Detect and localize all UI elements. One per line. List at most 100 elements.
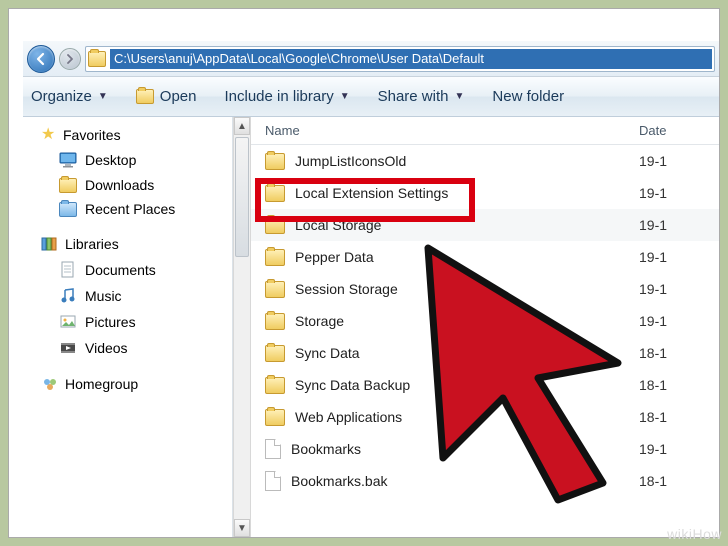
folder-icon	[265, 153, 285, 170]
videos-label: Videos	[85, 340, 128, 356]
folder-icon	[59, 178, 77, 193]
file-date: 19-1	[639, 185, 719, 201]
sidebar-item-desktop[interactable]: Desktop	[23, 147, 232, 173]
folder-icon	[265, 409, 285, 426]
explorer-frame: C:\Users\anuj\AppData\Local\Google\Chrom…	[23, 41, 719, 537]
file-row[interactable]: Sync Data 18-1	[251, 337, 719, 369]
file-name: Web Applications	[295, 409, 629, 425]
documents-icon	[59, 261, 77, 279]
file-row[interactable]: JumpListIconsOld19-1	[251, 145, 719, 177]
sidebar-item-videos[interactable]: Videos	[23, 335, 232, 361]
forward-button[interactable]	[59, 48, 81, 70]
window: C:\Users\anuj\AppData\Local\Google\Chrom…	[8, 8, 720, 538]
file-date: 18-1	[639, 345, 719, 361]
include-label: Include in library	[224, 88, 333, 105]
music-icon	[59, 287, 77, 305]
recent-label: Recent Places	[85, 201, 175, 217]
homegroup-icon	[41, 375, 59, 393]
open-button[interactable]: Open	[136, 88, 197, 105]
file-row[interactable]: Bookmarks.bak 18-1	[251, 465, 719, 497]
sidebar-item-documents[interactable]: Documents	[23, 257, 232, 283]
file-name: Pepper Data	[295, 249, 629, 265]
favorites-label: Favorites	[63, 127, 121, 143]
file-name: Sync Data Backup	[295, 377, 629, 393]
file-name: Sync Data	[295, 345, 629, 361]
watermark: wikiHow	[667, 526, 722, 542]
share-label: Share with	[378, 88, 449, 105]
scroll-up-button[interactable]: ▲	[234, 117, 250, 135]
column-headers[interactable]: Name Date	[251, 117, 719, 145]
file-date: 19-1	[639, 153, 719, 169]
chevron-down-icon: ▼	[340, 91, 350, 102]
file-date: 18-1	[639, 473, 719, 489]
folder-icon	[265, 377, 285, 394]
file-icon	[265, 439, 281, 459]
desktop-label: Desktop	[85, 152, 136, 168]
share-with-menu[interactable]: Share with ▼	[378, 88, 465, 105]
sidebar-group-libraries[interactable]: Libraries	[23, 231, 232, 257]
open-label: Open	[160, 88, 197, 105]
file-date: 19-1	[639, 217, 719, 233]
file-icon	[265, 471, 281, 491]
file-name: Storage	[295, 313, 629, 329]
organize-menu[interactable]: Organize ▼	[31, 88, 108, 105]
file-row[interactable]: Bookmarks 19-1	[251, 433, 719, 465]
file-row[interactable]: Web Applications 18-1	[251, 401, 719, 433]
address-bar[interactable]: C:\Users\anuj\AppData\Local\Google\Chrom…	[85, 46, 715, 72]
sidebar-group-favorites[interactable]: ★ Favorites	[23, 123, 232, 147]
column-name[interactable]: Name	[265, 123, 639, 138]
file-name: Bookmarks.bak	[291, 473, 629, 489]
file-row[interactable]: Sync Data Backup 18-1	[251, 369, 719, 401]
file-date: 19-1	[639, 441, 719, 457]
chevron-down-icon: ▼	[454, 91, 464, 102]
file-date: 19-1	[639, 313, 719, 329]
sidebar-group-homegroup[interactable]: Homegroup	[23, 371, 232, 397]
new-folder-button[interactable]: New folder	[492, 88, 564, 105]
downloads-label: Downloads	[85, 177, 154, 193]
address-text[interactable]: C:\Users\anuj\AppData\Local\Google\Chrom…	[110, 49, 712, 69]
arrow-left-icon	[34, 52, 48, 66]
sidebar-scrollbar[interactable]: ▲ ▼	[233, 117, 251, 537]
file-date: 19-1	[639, 249, 719, 265]
back-button[interactable]	[27, 45, 55, 73]
folder-icon	[265, 217, 285, 234]
include-library-menu[interactable]: Include in library ▼	[224, 88, 349, 105]
file-name: Session Storage	[295, 281, 629, 297]
libraries-icon	[41, 235, 59, 253]
folder-icon	[88, 51, 106, 67]
file-row[interactable]: Session Storage 19-1	[251, 273, 719, 305]
videos-icon	[59, 339, 77, 357]
pictures-label: Pictures	[85, 314, 136, 330]
sidebar-item-recent[interactable]: Recent Places	[23, 197, 232, 221]
newfolder-label: New folder	[492, 88, 564, 105]
sidebar-item-music[interactable]: Music	[23, 283, 232, 309]
sidebar: ★ Favorites Desktop Downloads Recent Pla…	[23, 117, 233, 537]
music-label: Music	[85, 288, 122, 304]
sidebar-item-downloads[interactable]: Downloads	[23, 173, 232, 197]
file-date: 18-1	[639, 409, 719, 425]
file-row[interactable]: Local Storage19-1	[251, 209, 719, 241]
scroll-down-button[interactable]: ▼	[234, 519, 250, 537]
folder-open-icon	[136, 89, 154, 104]
libraries-label: Libraries	[65, 236, 119, 252]
column-date[interactable]: Date	[639, 123, 719, 138]
file-name: Bookmarks	[291, 441, 629, 457]
sidebar-item-pictures[interactable]: Pictures	[23, 309, 232, 335]
file-date: 18-1	[639, 377, 719, 393]
toolbar: Organize ▼ Open Include in library ▼ Sha…	[23, 77, 719, 117]
folder-icon	[265, 345, 285, 362]
folder-icon	[265, 249, 285, 266]
scroll-thumb[interactable]	[235, 137, 249, 257]
file-row[interactable]: Local Extension Settings19-1	[251, 177, 719, 209]
scroll-track[interactable]	[234, 135, 250, 519]
documents-label: Documents	[85, 262, 156, 278]
recent-icon	[59, 202, 77, 217]
arrow-right-icon	[65, 54, 75, 64]
file-row[interactable]: Pepper Data 19-1	[251, 241, 719, 273]
file-date: 19-1	[639, 281, 719, 297]
folder-icon	[265, 185, 285, 202]
file-pane: Name Date JumpListIconsOld19-1Local Exte…	[251, 117, 719, 537]
file-row[interactable]: Storage 19-1	[251, 305, 719, 337]
star-icon: ★	[41, 127, 57, 143]
folder-icon	[265, 313, 285, 330]
